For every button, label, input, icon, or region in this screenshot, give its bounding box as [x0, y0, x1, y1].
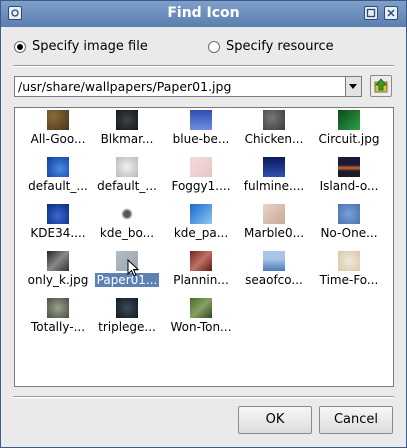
- icon-label: kde_bo...: [99, 226, 155, 240]
- thumb-wonton-icon: [190, 298, 212, 318]
- thumb-greyrock-icon: [263, 110, 285, 130]
- icon-item[interactable]: Chicken...: [236, 110, 312, 156]
- icon-item[interactable]: fulmine....: [236, 157, 312, 203]
- chevron-down-icon[interactable]: [345, 77, 361, 96]
- resource-label: Specify resource: [226, 39, 334, 54]
- icon-label: seaofco...: [245, 273, 303, 287]
- thumb-sunset-icon: [338, 157, 360, 177]
- icon-label: All-Goo...: [30, 132, 86, 146]
- thumb-circuit-icon: [338, 110, 360, 130]
- icon-label: triplege...: [98, 320, 156, 334]
- thumb-brown-icon: [47, 110, 69, 130]
- icon-item[interactable]: kde_bo...: [89, 204, 165, 250]
- icon-item[interactable]: Foggy1....: [163, 157, 239, 203]
- parent-folder-button[interactable]: [370, 75, 392, 97]
- separator-top: [13, 65, 394, 67]
- icon-item[interactable]: Totally-...: [20, 298, 96, 344]
- icon-item[interactable]: blue-be...: [163, 110, 239, 156]
- mouse-pointer-icon: [127, 259, 140, 277]
- icon-label: Won-Ton...: [170, 320, 232, 334]
- close-icon[interactable]: [384, 6, 398, 20]
- find-icon-dialog: Find Icon Specify image file Specify res…: [0, 0, 407, 448]
- icon-label: KDE34....: [30, 226, 86, 240]
- thumb-default-blue-icon: [47, 157, 69, 177]
- thumb-totally-icon: [47, 298, 69, 318]
- image-file-radio[interactable]: [14, 40, 26, 53]
- icon-label: Chicken...: [244, 132, 304, 146]
- icon-item[interactable]: Paper01...: [89, 251, 165, 297]
- icon-item[interactable]: Plannin...: [163, 251, 239, 297]
- resource-radio[interactable]: [208, 40, 220, 53]
- icon-label: fulmine....: [243, 179, 305, 193]
- icon-item[interactable]: Island-o...: [311, 157, 387, 203]
- icon-label: Foggy1....: [171, 179, 231, 193]
- icon-label: Plannin...: [173, 273, 229, 287]
- icon-label: default_...: [97, 179, 157, 193]
- icon-item[interactable]: All-Goo...: [20, 110, 96, 156]
- cancel-button[interactable]: Cancel: [319, 406, 393, 434]
- icon-item[interactable]: seaofco...: [236, 251, 312, 297]
- maximize-icon[interactable]: [364, 6, 378, 20]
- up-arrow-icon: [374, 78, 388, 93]
- separator-bottom: [13, 396, 394, 398]
- icon-label: default_...: [28, 179, 88, 193]
- icon-label: kde_pa...: [173, 226, 229, 240]
- icon-label: No-One...: [320, 226, 378, 240]
- icon-label: Totally-...: [30, 320, 86, 334]
- path-value: /usr/share/wallpapers/Paper01.jpg: [18, 79, 232, 94]
- thumb-kde-bo-icon: [116, 204, 138, 224]
- thumb-kde-pa-icon: [190, 204, 212, 224]
- ok-button[interactable]: OK: [238, 406, 312, 434]
- thumb-time-icon: [338, 251, 360, 271]
- icon-item[interactable]: No-One...: [311, 204, 387, 250]
- thumb-darkspeck-icon: [116, 110, 138, 130]
- specify-resource-option[interactable]: Specify resource: [208, 39, 334, 54]
- path-combobox[interactable]: /usr/share/wallpapers/Paper01.jpg: [14, 76, 362, 97]
- thumb-noone-icon: [338, 204, 360, 224]
- thumb-marble-icon: [263, 204, 285, 224]
- thumb-kde34-icon: [47, 204, 69, 224]
- thumb-blue-icon: [190, 110, 212, 130]
- icon-item[interactable]: KDE34....: [20, 204, 96, 250]
- icon-item[interactable]: Time-Fo...: [311, 251, 387, 297]
- image-file-label: Specify image file: [32, 39, 148, 54]
- icon-item[interactable]: kde_pa...: [163, 204, 239, 250]
- icon-item[interactable]: only_k.jpg: [20, 251, 96, 297]
- thumb-navy-icon: [263, 157, 285, 177]
- thumb-default-grey-icon: [116, 157, 138, 177]
- thumb-pink-icon: [190, 157, 212, 177]
- icon-label: Island-o...: [319, 179, 379, 193]
- icon-label: Time-Fo...: [319, 273, 379, 287]
- specify-image-file-option[interactable]: Specify image file: [14, 39, 148, 54]
- icon-label: Blkmar...: [100, 132, 154, 146]
- icon-item[interactable]: Circuit.jpg: [311, 110, 387, 156]
- thumb-onlyk-icon: [47, 251, 69, 271]
- icon-item[interactable]: default_...: [89, 157, 165, 203]
- title-bar[interactable]: Find Icon: [1, 1, 406, 27]
- icon-item[interactable]: Won-Ton...: [163, 298, 239, 344]
- icon-list-view[interactable]: All-Goo... Blkmar... blue-be... Chicken... C…: [14, 107, 394, 387]
- thumb-triple-icon: [116, 298, 138, 318]
- thumb-sea-icon: [263, 251, 285, 271]
- icon-item[interactable]: Marble0...: [236, 204, 312, 250]
- icon-item[interactable]: Blkmar...: [89, 110, 165, 156]
- icon-item[interactable]: triplege...: [89, 298, 165, 344]
- icon-label: blue-be...: [172, 132, 230, 146]
- icon-label: Marble0...: [243, 226, 305, 240]
- window-title: Find Icon: [167, 5, 240, 21]
- icon-label: only_k.jpg: [27, 273, 89, 287]
- thumb-planning-icon: [190, 251, 212, 271]
- icon-label: Circuit.jpg: [318, 132, 380, 146]
- icon-item[interactable]: default_...: [20, 157, 96, 203]
